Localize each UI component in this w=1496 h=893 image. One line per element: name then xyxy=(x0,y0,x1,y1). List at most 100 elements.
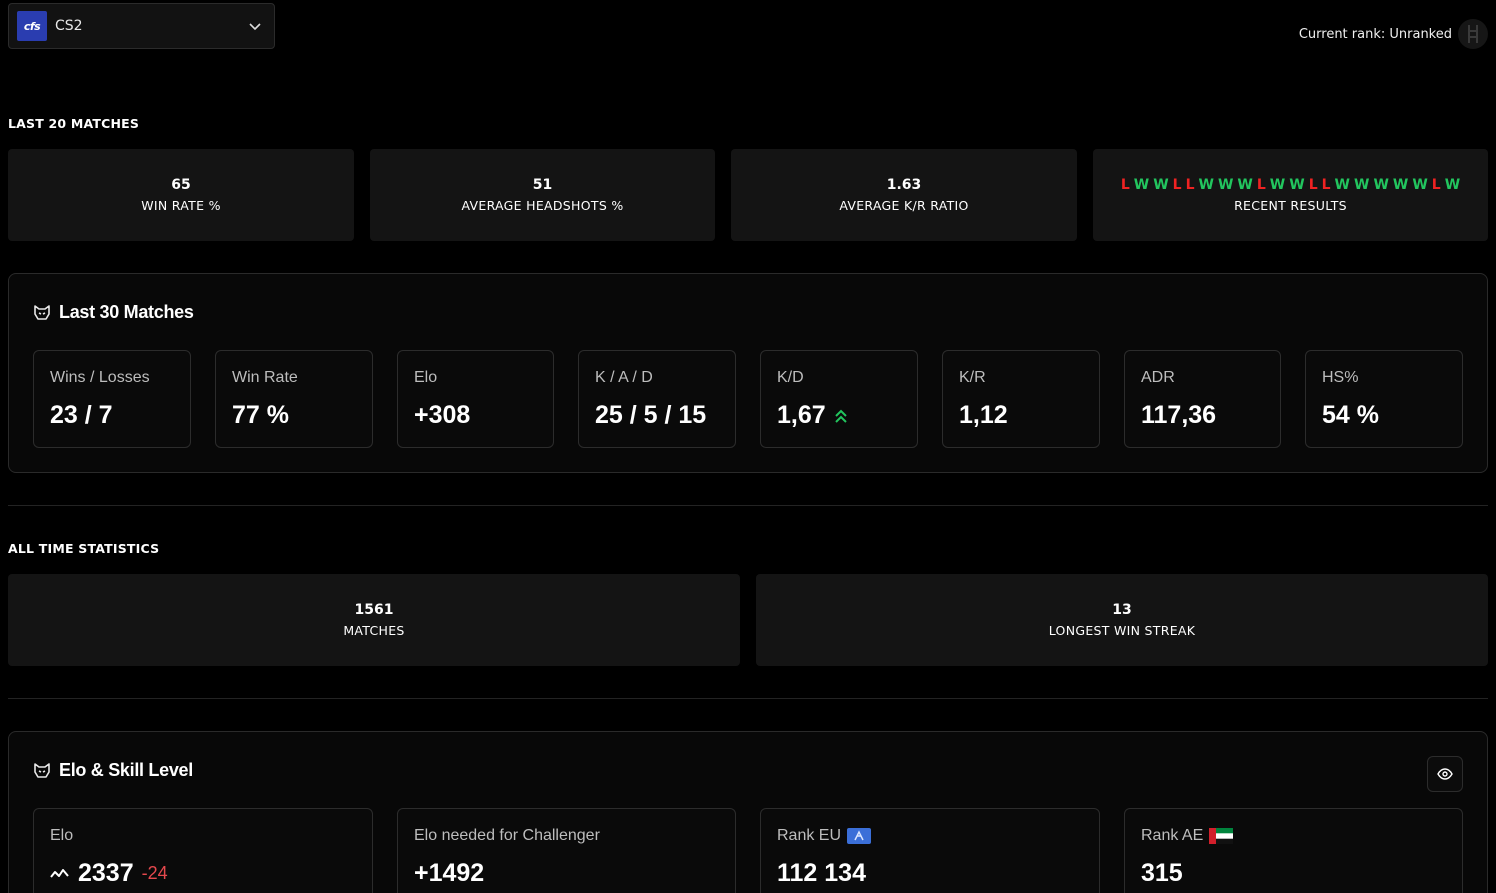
result-item: W xyxy=(1217,177,1234,193)
hs-card: HS% 54 % xyxy=(1305,350,1463,448)
elo-label: Elo xyxy=(50,827,74,844)
headshots-label: AVERAGE HEADSHOTS % xyxy=(461,198,624,213)
kad-label: K / A / D xyxy=(595,369,653,386)
eye-icon xyxy=(1437,768,1453,780)
elo-delta: -24 xyxy=(141,863,168,883)
win-rate-30-value: 77 % xyxy=(232,401,289,429)
rank-eu-card: Rank EU 112 134 xyxy=(760,808,1100,893)
result-item: W xyxy=(1392,177,1409,193)
result-item: W xyxy=(1269,177,1286,193)
game-selector[interactable]: cfs CS2 xyxy=(8,3,275,49)
result-item: W xyxy=(1133,177,1150,193)
total-matches-card: 1561 MATCHES xyxy=(8,574,740,666)
result-item: W xyxy=(1153,177,1169,193)
uae-flag-icon xyxy=(1209,828,1234,844)
elo-card: Elo 2337 -24 xyxy=(33,808,373,893)
double-chevron-up-icon xyxy=(834,409,847,423)
current-rank-text: Current rank: Unranked xyxy=(1298,26,1452,42)
adr-label: ADR xyxy=(1141,369,1175,386)
result-item: W xyxy=(1289,177,1305,193)
rank-ae-label-row: Rank AE xyxy=(1141,827,1446,845)
wins-losses-card: Wins / Losses 23 / 7 xyxy=(33,350,191,448)
total-matches-label: MATCHES xyxy=(343,623,405,638)
rank-ae-value: 315 xyxy=(1141,859,1183,887)
divider xyxy=(8,505,1488,506)
elo-30-value: +308 xyxy=(414,401,471,429)
result-item: L xyxy=(1120,177,1130,193)
rank-eu-label-row: Rank EU xyxy=(777,827,1083,845)
rank-eu-value: 112 134 xyxy=(777,859,866,887)
rank-ae-card: Rank AE 315 xyxy=(1124,808,1463,893)
adr-card: ADR 117,36 xyxy=(1124,350,1281,448)
rank-badge-icon xyxy=(1458,19,1488,49)
elo-skill-title: Elo & Skill Level xyxy=(59,760,193,780)
total-matches-value: 1561 xyxy=(354,602,394,618)
kr-ratio-card: 1.63 AVERAGE K/R RATIO xyxy=(731,149,1077,241)
challenger-value: +1492 xyxy=(414,859,485,887)
eu-flag-icon xyxy=(847,828,872,844)
recent-results-row: LWWLLWWWLWWLLWWWWWLW xyxy=(1121,177,1460,193)
headshots-card: 51 AVERAGE HEADSHOTS % xyxy=(370,149,715,241)
kad-value: 25 / 5 / 15 xyxy=(595,401,707,429)
last30-title: Last 30 Matches xyxy=(59,302,194,322)
kr-value: 1,12 xyxy=(959,401,1008,429)
wins-losses-value: 23 / 7 xyxy=(50,401,113,429)
challenger-card: Elo needed for Challenger +1492 xyxy=(397,808,736,893)
result-item: W xyxy=(1334,177,1350,193)
wolf-icon xyxy=(34,762,50,778)
win-rate-30-card: Win Rate 77 % xyxy=(215,350,373,448)
kd-label: K/D xyxy=(777,369,804,386)
divider xyxy=(8,698,1488,699)
result-item: L xyxy=(1431,177,1441,193)
win-streak-card: 13 LONGEST WIN STREAK xyxy=(756,574,1488,666)
hs-value: 54 % xyxy=(1322,401,1379,429)
section-title-last20: LAST 20 MATCHES xyxy=(8,116,140,131)
wolf-icon xyxy=(34,304,50,320)
game-name: CS2 xyxy=(55,18,83,34)
last30-header: Last 30 Matches xyxy=(33,302,194,323)
result-item: L xyxy=(1321,177,1331,193)
win-streak-value: 13 xyxy=(1112,602,1132,618)
current-rank: Current rank: Unranked xyxy=(1299,18,1488,50)
challenger-label: Elo needed for Challenger xyxy=(414,827,600,844)
elo-30-label: Elo xyxy=(414,369,438,386)
chevron-down-icon xyxy=(249,23,261,31)
kd-card: K/D 1,67 xyxy=(760,350,918,448)
win-rate-card: 65 WIN RATE % xyxy=(8,149,354,241)
win-streak-label: LONGEST WIN STREAK xyxy=(1048,623,1196,638)
kd-value-row: 1,67 xyxy=(777,401,901,430)
section-title-alltime: ALL TIME STATISTICS xyxy=(8,541,160,556)
rank-ae-label: Rank AE xyxy=(1141,827,1204,844)
win-rate-label: WIN RATE % xyxy=(141,198,221,213)
result-item: W xyxy=(1237,177,1253,193)
win-rate-30-label: Win Rate xyxy=(232,369,298,386)
kr-card: K/R 1,12 xyxy=(942,350,1100,448)
recent-results-card: LWWLLWWWLWWLLWWWWWLW RECENT RESULTS xyxy=(1093,149,1488,241)
wins-losses-label: Wins / Losses xyxy=(50,369,150,386)
headshots-value: 51 xyxy=(532,177,553,193)
recent-results-label: RECENT RESULTS xyxy=(1234,198,1347,213)
result-item: W xyxy=(1353,177,1370,193)
game-logo: cfs xyxy=(17,11,47,41)
elo-30-card: Elo +308 xyxy=(397,350,554,448)
result-item: L xyxy=(1185,177,1195,193)
rank-eu-label: Rank EU xyxy=(777,827,842,844)
elo-skill-header: Elo & Skill Level xyxy=(33,760,193,781)
trend-line-icon xyxy=(50,868,69,878)
elo-value-row: 2337 -24 xyxy=(50,859,356,888)
kr-ratio-label: AVERAGE K/R RATIO xyxy=(839,198,969,213)
result-item: W xyxy=(1412,177,1428,193)
elo-value: 2337 xyxy=(78,859,134,887)
kad-card: K / A / D 25 / 5 / 15 xyxy=(578,350,736,448)
result-item: L xyxy=(1308,177,1318,193)
result-item: W xyxy=(1198,177,1214,193)
kr-label: K/R xyxy=(959,369,986,386)
hs-label: HS% xyxy=(1322,369,1359,386)
win-rate-value: 65 xyxy=(171,177,191,193)
kr-ratio-value: 1.63 xyxy=(886,177,922,193)
toggle-visibility-button[interactable] xyxy=(1427,756,1463,792)
result-item: L xyxy=(1172,177,1182,193)
result-item: W xyxy=(1444,177,1461,193)
adr-value: 117,36 xyxy=(1141,401,1217,429)
result-item: L xyxy=(1256,177,1266,193)
